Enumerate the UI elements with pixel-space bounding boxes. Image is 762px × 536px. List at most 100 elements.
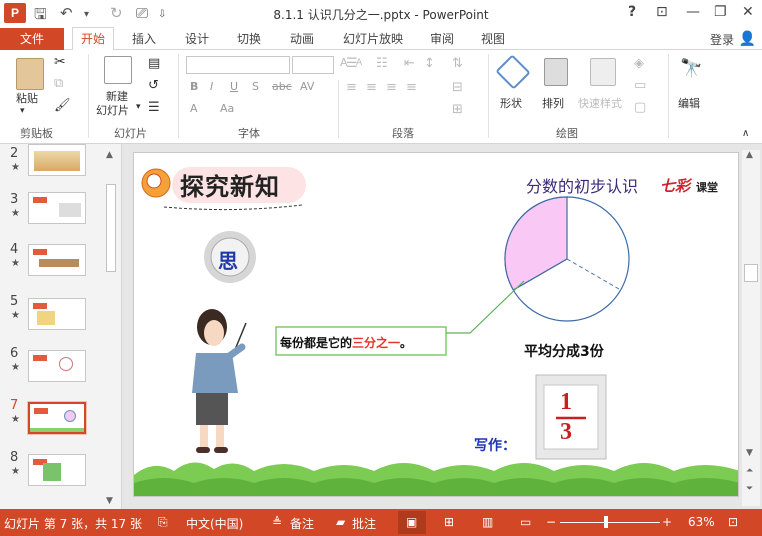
copy-icon[interactable]: ⧉ [54,76,63,91]
zoom-level[interactable]: 63% [688,515,715,529]
smartart-icon[interactable]: ⊞ [452,102,463,117]
tab-transitions[interactable]: 切换 [237,28,261,50]
zoom-out-icon[interactable]: − [546,515,556,529]
scroll-down-icon[interactable]: ▼ [106,496,113,506]
quick-styles-icon[interactable] [590,58,616,86]
font-family-select[interactable] [186,56,290,74]
align-text-icon[interactable]: ⊟ [452,80,463,95]
align-center-icon[interactable]: ≡ [366,80,377,95]
present-from-start-icon[interactable]: ⎚ [136,4,148,22]
help-button[interactable]: ? [628,4,636,20]
indent-icon[interactable]: ⇤ [404,56,415,71]
animation-star-icon: ★ [11,162,20,173]
tab-review[interactable]: 审阅 [430,28,454,50]
binoculars-icon[interactable]: 🔭 [680,58,702,79]
account-icon[interactable]: 👤 [739,31,756,47]
animation-star-icon: ★ [11,362,20,373]
next-slide-icon[interactable]: ⏷ [746,484,753,494]
tab-animations[interactable]: 动画 [290,28,314,50]
reading-view-icon[interactable]: ▥ [482,515,493,529]
restore-button[interactable]: ❐ [714,4,727,20]
numbering-icon[interactable]: ☷ [376,56,388,71]
change-case-button[interactable]: Aa [220,102,234,115]
tab-file[interactable]: 文件 [0,28,64,50]
slide-thumbnail-4[interactable] [28,244,86,276]
thumbnail-scrollbar[interactable]: ▲ ▼ [104,150,118,506]
scroll-thumb[interactable] [106,184,116,272]
undo-dropdown-icon[interactable]: ▾ [84,9,89,20]
write-label: 写作： [474,438,516,454]
status-bar: 幻灯片 第 7 张，共 17 张 ⎘ 中文(中国) ≜ 备注 ▰ 批注 ▣ ⊞ … [0,509,762,536]
qat-customize-icon[interactable]: ⇩ [158,9,166,20]
align-right-icon[interactable]: ≡ [386,80,397,95]
collapse-ribbon-icon[interactable]: ∧ [742,128,749,139]
layout-icon[interactable]: ▤ [148,56,160,71]
line-spacing-icon[interactable]: ↕ [424,56,435,71]
previous-slide-icon[interactable]: ⏶ [746,466,753,476]
editing-button[interactable]: 编辑 [678,95,700,111]
tab-insert[interactable]: 插入 [132,28,156,50]
scroll-up-icon[interactable]: ▲ [106,150,113,160]
arrange-icon[interactable] [544,58,568,86]
italic-button[interactable]: I [210,80,213,93]
align-left-icon[interactable]: ≡ [346,80,357,95]
vertical-scrollbar[interactable]: ▲ ▼ ⏶ ⏷ [742,150,760,506]
shape-fill-icon[interactable]: ◈ [634,56,644,71]
scroll-thumb[interactable] [744,264,758,282]
tab-design[interactable]: 设计 [185,28,209,50]
save-icon[interactable]: 🖫 [34,4,47,29]
quick-styles-button[interactable]: 快速样式 [578,95,622,111]
close-button[interactable]: ✕ [742,4,754,20]
format-painter-icon[interactable]: 🖌 [54,98,71,113]
shape-effects-icon[interactable]: ▢ [634,100,646,115]
slide-sorter-icon[interactable]: ⊞ [444,515,454,529]
redo-icon[interactable]: ↻ [110,4,123,22]
slide-thumbnail-8[interactable] [28,454,86,486]
zoom-in-icon[interactable]: + [662,515,672,529]
font-color-button[interactable]: A [190,102,198,115]
fit-slide-icon[interactable]: ⊡ [728,515,738,529]
slide-thumbnail-7-selected[interactable] [27,401,87,435]
animation-star-icon: ★ [11,466,20,477]
bullets-icon[interactable]: ☰ [346,56,358,71]
ribbon-display-options-button[interactable]: ⊡ [656,4,668,20]
slide-thumbnail-5[interactable] [28,298,86,330]
shadow-button[interactable]: S [252,80,259,93]
slide-canvas[interactable]: 探究新知 分数的初步认识 七彩 课堂 思 每份都是它的三分之一。 平均分成3份 … [133,152,739,497]
section-icon[interactable]: ☰ [148,100,160,115]
tab-view[interactable]: 视图 [481,28,505,50]
shapes-icon[interactable] [495,54,531,90]
minimize-button[interactable]: — [686,4,700,20]
shape-outline-icon[interactable]: ▭ [634,78,646,93]
shapes-button[interactable]: 形状 [500,95,522,111]
comments-button[interactable]: 批注 [352,515,376,532]
underline-button[interactable]: U [230,80,238,93]
undo-icon[interactable]: ↶ [60,4,73,22]
zoom-slider[interactable] [560,522,660,523]
justify-icon[interactable]: ≡ [406,80,417,95]
char-spacing-button[interactable]: AV [300,80,314,93]
paste-button[interactable]: 粘贴 [16,90,38,106]
scroll-up-icon[interactable]: ▲ [746,150,753,160]
slide-thumbnail-2[interactable] [28,144,86,176]
reset-icon[interactable]: ↺ [148,78,159,93]
text-direction-icon[interactable]: ⇅ [452,56,463,71]
zoom-slider-thumb[interactable] [604,516,608,528]
slide-thumbnail-3[interactable] [28,192,86,224]
bold-button[interactable]: B [190,80,198,93]
language-indicator[interactable]: 中文(中国) [186,515,243,532]
arrange-button[interactable]: 排列 [542,95,564,111]
paste-icon[interactable] [16,58,44,90]
notes-button[interactable]: 备注 [290,515,314,532]
slideshow-view-icon[interactable]: ▭ [520,515,531,529]
strikethrough-button[interactable]: abc [272,80,292,93]
font-size-select[interactable] [292,56,334,74]
cut-icon[interactable]: ✂ [54,54,66,70]
slide-thumbnail-6[interactable] [28,350,86,382]
new-slide-icon[interactable] [104,56,132,84]
spellcheck-icon[interactable]: ⎘ [158,515,168,530]
tab-slideshow[interactable]: 幻灯片放映 [343,28,403,50]
sign-in-link[interactable]: 登录 [710,31,734,48]
scroll-down-icon[interactable]: ▼ [746,448,753,458]
tab-home[interactable]: 开始 [72,27,115,50]
